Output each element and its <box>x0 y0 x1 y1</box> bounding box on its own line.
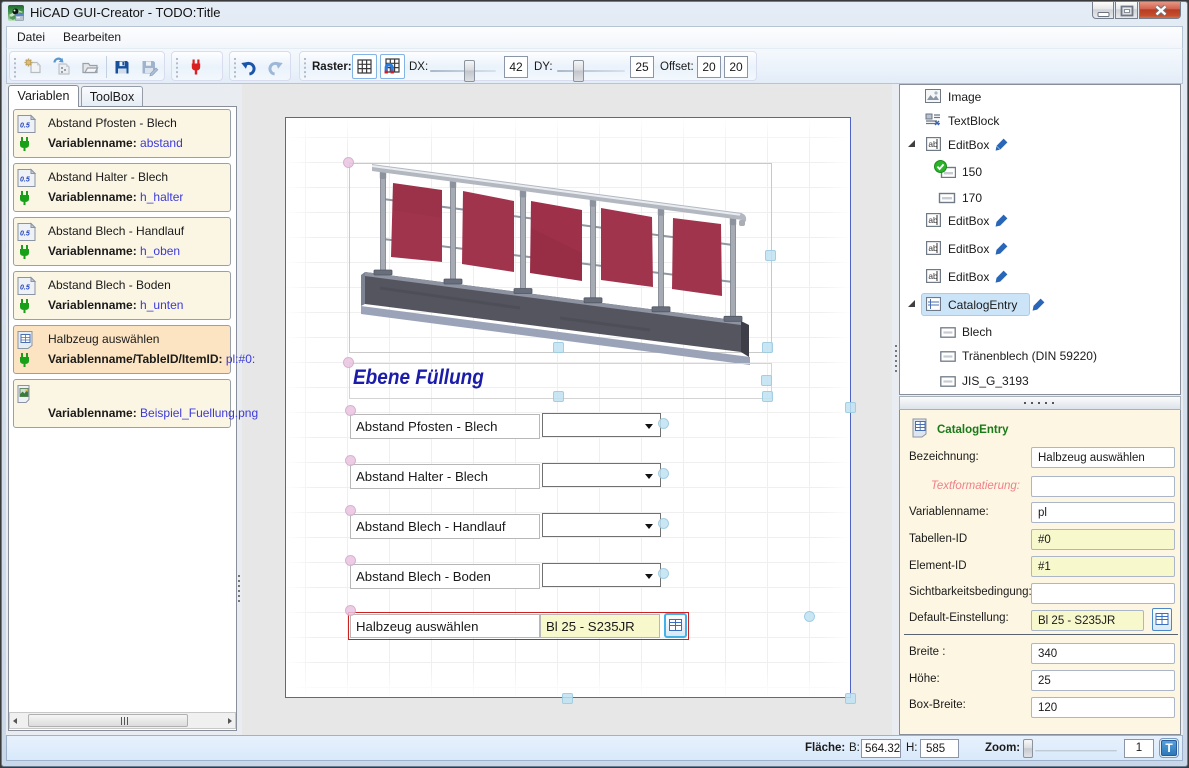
svg-text:0.5: 0.5 <box>20 285 30 292</box>
svg-text:0.5: 0.5 <box>20 231 30 238</box>
svg-text:0.5: 0.5 <box>20 123 30 130</box>
svg-text:0.5: 0.5 <box>20 177 30 184</box>
